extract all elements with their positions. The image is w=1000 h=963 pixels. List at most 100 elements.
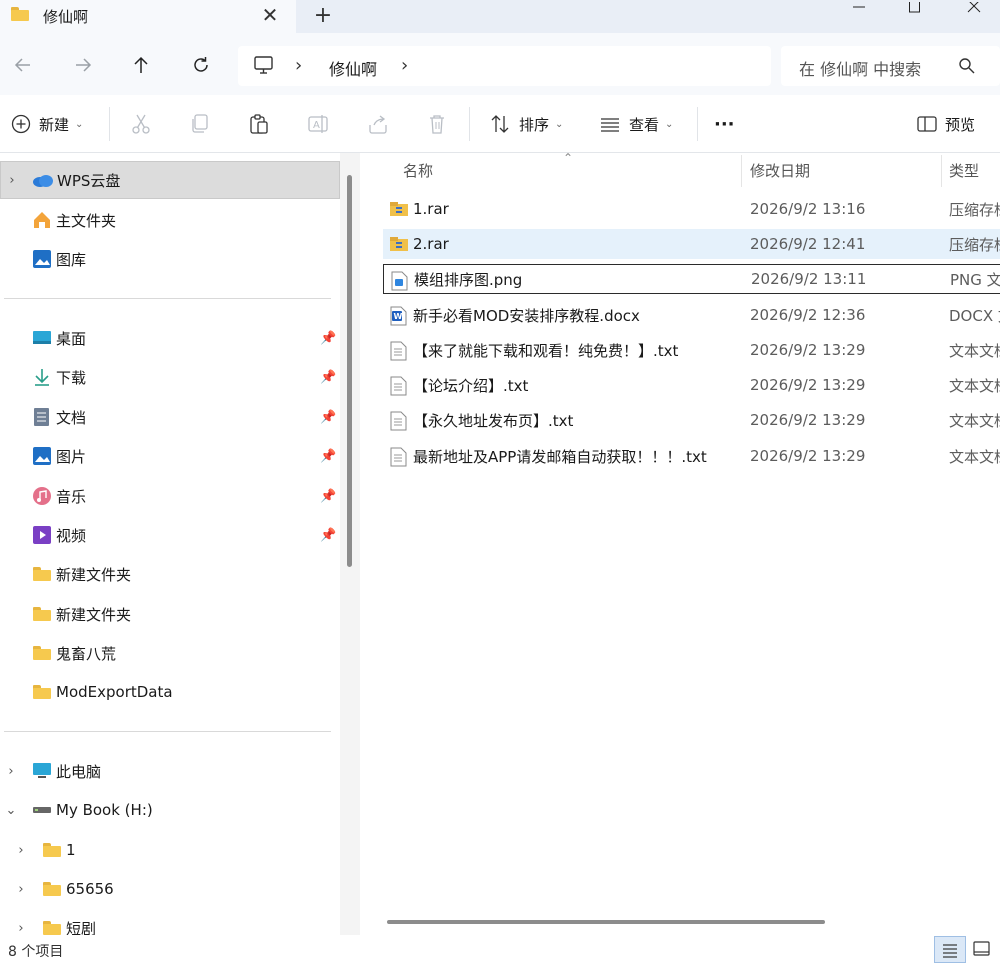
nav-item-music[interactable]: 音乐 📌 xyxy=(0,477,340,515)
nav-item-home[interactable]: 主文件夹 xyxy=(0,201,340,239)
pin-icon[interactable]: 📌 xyxy=(320,331,336,346)
search-placeholder[interactable]: 在 修仙啊 中搜索 xyxy=(799,56,921,80)
file-row[interactable]: W 新手必看MOD安装排序教程.docx 2026/9/2 12:36 DOCX… xyxy=(383,300,1000,330)
nav-item-videos[interactable]: 视频 📌 xyxy=(0,516,340,554)
details-view-button[interactable] xyxy=(934,936,966,963)
rename-button[interactable]: A xyxy=(307,107,329,141)
file-name[interactable]: 2.rar xyxy=(413,235,449,253)
new-tab-button[interactable]: + xyxy=(308,3,338,29)
details-view-icon xyxy=(943,944,957,958)
nav-item-pictures[interactable]: 图片 📌 xyxy=(0,437,340,475)
nav-item-gallery[interactable]: 图库 xyxy=(0,240,340,278)
file-name[interactable]: 模组排序图.png xyxy=(414,269,522,290)
tiles-view-button[interactable] xyxy=(968,937,996,961)
close-tab-icon[interactable]: ✕ xyxy=(258,3,282,27)
column-header-name[interactable]: 名称 xyxy=(403,153,433,189)
cut-button[interactable] xyxy=(130,107,152,141)
copy-button[interactable] xyxy=(189,107,211,141)
pin-icon[interactable]: 📌 xyxy=(320,410,336,425)
file-row[interactable]: 【论坛介绍】.txt 2026/9/2 13:29 文本文档 xyxy=(383,370,1000,400)
column-header-type[interactable]: 类型 xyxy=(949,153,979,189)
view-list-icon xyxy=(601,118,619,132)
nav-label: ModExportData xyxy=(56,683,173,701)
preview-pane-button[interactable]: 预览 xyxy=(916,107,975,141)
nav-label: 1 xyxy=(66,841,76,859)
share-button[interactable] xyxy=(367,107,389,141)
back-button[interactable] xyxy=(5,47,41,83)
file-row[interactable]: 1.rar 2026/9/2 13:16 压缩存档 xyxy=(383,194,1000,224)
drive-icon xyxy=(33,807,51,813)
new-button[interactable]: 新建 ⌄ xyxy=(11,107,83,141)
refresh-icon xyxy=(194,57,208,72)
nav-item-this-pc[interactable]: › 此电脑 xyxy=(0,752,340,790)
chevron-right-icon[interactable]: › xyxy=(5,173,19,188)
file-name[interactable]: 【来了就能下载和观看！纯免费！】.txt xyxy=(413,340,678,361)
address-toolbar: › 修仙啊 › 在 修仙啊 中搜索 xyxy=(0,33,1000,95)
maximize-icon xyxy=(909,0,920,13)
forward-button[interactable] xyxy=(65,47,101,83)
file-date: 2026/9/2 13:29 xyxy=(750,447,866,465)
chevron-right-icon[interactable]: › xyxy=(4,764,18,779)
chevron-down-icon[interactable]: ⌄ xyxy=(4,803,18,818)
nav-item-folder[interactable]: 新建文件夹 xyxy=(0,595,340,633)
file-date: 2026/9/2 12:41 xyxy=(750,235,866,253)
file-row[interactable]: 【来了就能下载和观看！纯免费！】.txt 2026/9/2 13:29 文本文档 xyxy=(383,335,1000,365)
search-box[interactable]: 在 修仙啊 中搜索 xyxy=(781,46,1000,86)
chevron-right-icon[interactable]: › xyxy=(14,843,28,858)
file-name[interactable]: 【永久地址发布页】.txt xyxy=(413,410,573,431)
file-row[interactable]: 最新地址及APP请发邮箱自动获取！！！.txt 2026/9/2 13:29 文… xyxy=(383,441,1000,471)
nav-item-documents[interactable]: 文档 📌 xyxy=(0,398,340,436)
close-window-button[interactable] xyxy=(950,0,996,13)
file-type: PNG 文件 xyxy=(950,270,1000,289)
nav-item-drive[interactable]: ⌄ My Book (H:) xyxy=(0,791,340,829)
paste-button[interactable] xyxy=(248,107,270,141)
nav-item-folder[interactable]: 鬼畜八荒 xyxy=(0,634,340,672)
horizontal-scrollbar-thumb[interactable] xyxy=(387,920,825,924)
nav-item-desktop[interactable]: 桌面 📌 xyxy=(0,319,340,357)
address-bar[interactable]: › 修仙啊 › xyxy=(238,46,771,86)
pin-icon[interactable]: 📌 xyxy=(320,528,336,543)
chevron-right-icon[interactable]: › xyxy=(14,882,28,897)
horizontal-scrollbar[interactable] xyxy=(367,914,1000,928)
delete-button[interactable] xyxy=(426,107,448,141)
home-icon xyxy=(34,212,50,228)
maximize-button[interactable] xyxy=(892,0,938,13)
tab-active[interactable]: 修仙啊 ✕ xyxy=(0,0,296,33)
file-date: 2026/9/2 13:16 xyxy=(750,200,866,218)
refresh-button[interactable] xyxy=(183,47,219,83)
file-row[interactable]: 【永久地址发布页】.txt 2026/9/2 13:29 文本文档 xyxy=(383,405,1000,435)
nav-item-folder[interactable]: 新建文件夹 xyxy=(0,555,340,593)
divider xyxy=(109,107,110,141)
file-row[interactable]: 模组排序图.png 2026/9/2 13:11 PNG 文件 xyxy=(383,264,1000,294)
file-name[interactable]: 最新地址及APP请发邮箱自动获取！！！.txt xyxy=(413,446,707,467)
file-row[interactable]: 2.rar 2026/9/2 12:41 压缩存档 xyxy=(383,229,1000,259)
more-options-button[interactable]: ··· xyxy=(714,107,735,141)
search-icon[interactable] xyxy=(958,57,976,79)
file-name[interactable]: 【论坛介绍】.txt xyxy=(413,375,528,396)
up-button[interactable] xyxy=(123,47,159,83)
nav-item-drive-folder[interactable]: › 1 xyxy=(0,831,340,869)
breadcrumb-separator[interactable]: › xyxy=(295,55,302,76)
nav-item-folder[interactable]: ModExportData xyxy=(0,673,340,711)
chevron-right-icon[interactable]: › xyxy=(14,921,28,936)
plus-circle-icon xyxy=(11,114,31,134)
breadcrumb-separator[interactable]: › xyxy=(401,55,408,76)
nav-item-downloads[interactable]: 下载 📌 xyxy=(0,358,340,396)
pin-icon[interactable]: 📌 xyxy=(320,370,336,385)
nav-scrollbar-thumb[interactable] xyxy=(347,175,352,567)
file-name[interactable]: 1.rar xyxy=(413,200,449,218)
pin-icon[interactable]: 📌 xyxy=(320,449,336,464)
breadcrumb-item[interactable]: 修仙啊 xyxy=(329,56,377,80)
nav-item-drive-folder[interactable]: › 65656 xyxy=(0,870,340,908)
file-date: 2026/9/2 13:29 xyxy=(750,411,866,429)
file-name[interactable]: 新手必看MOD安装排序教程.docx xyxy=(413,305,640,326)
pin-icon[interactable]: 📌 xyxy=(320,489,336,504)
nav-item-wps-cloud[interactable]: › WPS云盘 xyxy=(0,161,340,199)
nav-label: WPS云盘 xyxy=(57,171,121,190)
minimize-button[interactable] xyxy=(836,0,882,12)
column-header-date[interactable]: 修改日期 xyxy=(750,153,810,189)
view-button[interactable]: 查看 ⌄ xyxy=(599,107,673,141)
column-divider[interactable] xyxy=(941,155,942,187)
sort-button[interactable]: 排序 ⌄ xyxy=(489,107,563,141)
column-divider[interactable] xyxy=(741,155,742,187)
